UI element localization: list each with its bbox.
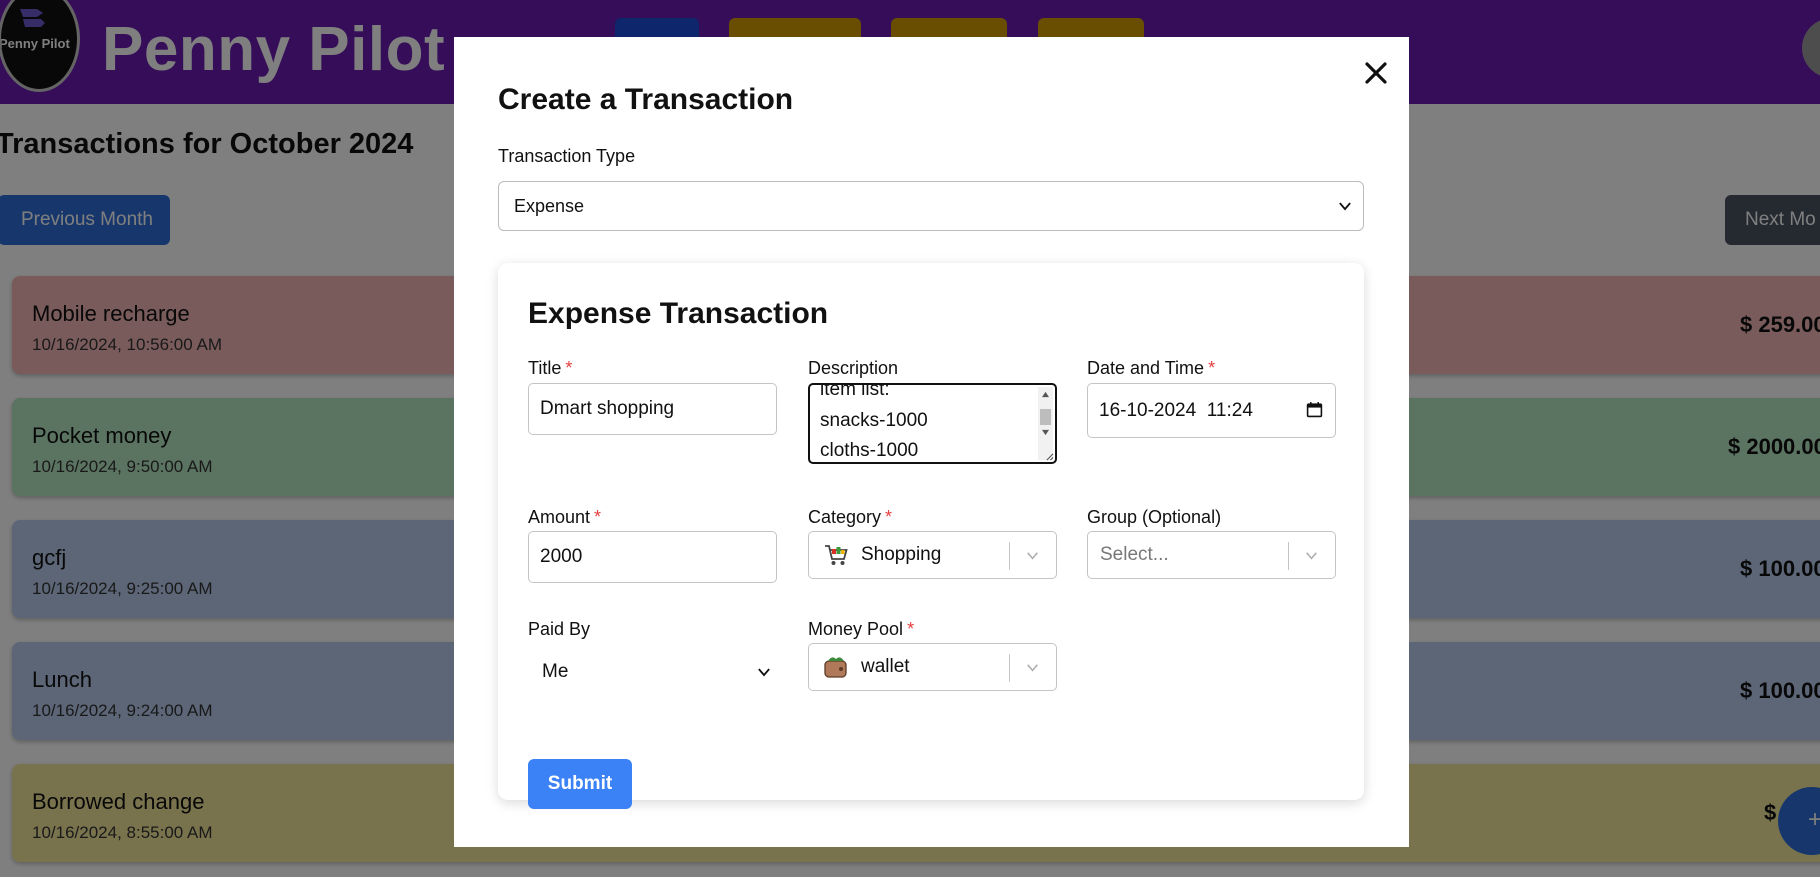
category-label-text: Category xyxy=(808,507,882,527)
paid-by-label: Paid By xyxy=(528,619,591,639)
amount-input[interactable]: 2000 xyxy=(528,531,777,583)
money-pool-label-text: Money Pool xyxy=(808,619,904,639)
select-divider xyxy=(1009,542,1010,570)
datetime-input[interactable]: 16-10-2024 11:24 xyxy=(1087,383,1336,438)
description-textarea[interactable]: item list: snacks-1000 cloths-1000 xyxy=(808,383,1057,464)
wallet-icon xyxy=(824,657,847,678)
amount-label-text: Amount xyxy=(528,507,591,527)
description-line: cloths-1000 xyxy=(820,440,919,461)
submit-button[interactable]: Submit xyxy=(528,759,632,809)
description-label: Description xyxy=(808,358,899,378)
form-section-title: Expense Transaction xyxy=(528,297,829,330)
required-mark: * xyxy=(1208,358,1216,378)
money-pool-select[interactable]: wallet xyxy=(808,643,1057,691)
group-select[interactable]: Select... xyxy=(1087,531,1336,579)
datetime-value: 16-10-2024 11:24 xyxy=(1099,400,1253,421)
transaction-type-select[interactable]: Expense xyxy=(498,181,1364,231)
chevron-down-icon[interactable] xyxy=(1305,552,1318,560)
create-transaction-modal: Create a Transaction Transaction Type Ex… xyxy=(454,37,1409,847)
select-divider xyxy=(1288,542,1289,570)
required-mark: * xyxy=(594,507,602,527)
money-pool-value: wallet xyxy=(861,656,910,677)
amount-label: Amount * xyxy=(528,507,601,528)
scroll-up-arrow-icon[interactable] xyxy=(1041,391,1050,398)
required-mark: * xyxy=(907,619,915,639)
money-pool-label: Money Pool * xyxy=(808,619,914,640)
required-mark: * xyxy=(565,358,573,378)
amount-input-value: 2000 xyxy=(540,546,583,567)
scroll-down-arrow-icon[interactable] xyxy=(1041,429,1050,436)
expense-transaction-form: Expense Transaction Title * Dmart shoppin… xyxy=(498,263,1364,809)
datetime-label-text: Date and Time xyxy=(1087,358,1205,378)
chevron-down-icon[interactable] xyxy=(1026,552,1039,560)
category-select[interactable]: Shopping xyxy=(808,531,1057,579)
calendar-icon[interactable] xyxy=(1306,401,1323,418)
title-label-text: Title xyxy=(528,358,562,378)
chevron-down-icon xyxy=(758,668,770,677)
group-placeholder: Select... xyxy=(1100,544,1169,565)
modal-title: Create a Transaction xyxy=(498,83,794,116)
category-label: Category * xyxy=(808,507,892,528)
group-label: Group (Optional) xyxy=(1087,507,1222,527)
title-input[interactable]: Dmart shopping xyxy=(528,383,777,435)
title-label: Title * xyxy=(528,358,572,379)
transaction-type-label: Transaction Type xyxy=(498,146,636,166)
paid-by-value: Me xyxy=(542,661,569,682)
description-line: snacks-1000 xyxy=(820,410,928,431)
scrollbar-thumb[interactable] xyxy=(1040,409,1051,425)
transaction-type-value: Expense xyxy=(514,196,585,216)
description-line: item list: xyxy=(820,383,890,400)
datetime-label: Date and Time * xyxy=(1087,358,1215,379)
required-mark: * xyxy=(885,507,893,527)
category-value: Shopping xyxy=(861,544,942,565)
chevron-down-icon[interactable] xyxy=(1026,664,1039,672)
shopping-cart-icon xyxy=(825,545,848,565)
chevron-down-icon xyxy=(1339,202,1351,211)
title-input-value: Dmart shopping xyxy=(540,398,675,419)
select-divider xyxy=(1009,654,1010,682)
paid-by-select[interactable]: Me xyxy=(528,647,777,697)
close-icon[interactable] xyxy=(1360,57,1392,89)
resize-handle-icon[interactable] xyxy=(1045,452,1054,461)
